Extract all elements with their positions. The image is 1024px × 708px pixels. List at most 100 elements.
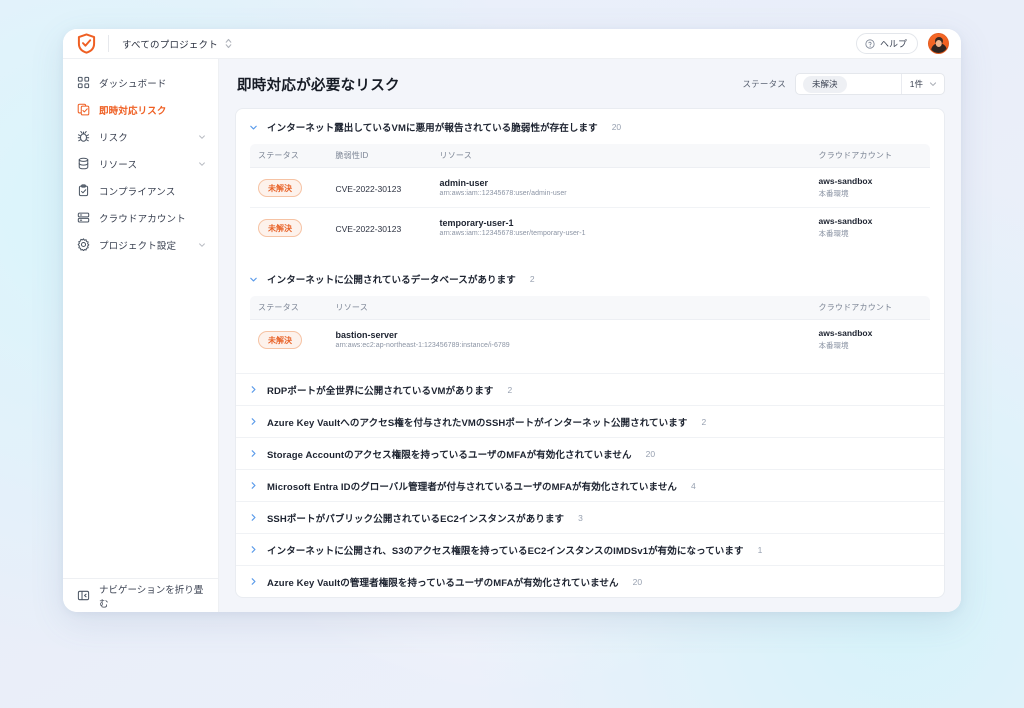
sidebar-item-label: プロジェクト設定 [99,240,177,252]
risk-group-header[interactable]: インターネットに公開されているデータベースがあります 2 [236,261,944,295]
sidebar-item-label: リソース [99,159,138,171]
account-environment: 本番環境 [818,341,849,350]
table-cell-status: 未解決 [250,320,328,360]
clipboard-check-icon [77,184,90,197]
table-cell-account: aws-sandbox 本番環境 [811,320,931,360]
risk-group-count: 1 [757,544,763,555]
sidebar-item-label: ダッシュボード [99,78,167,90]
table-row[interactable]: 未解決 bastion-server arn:aws:ec2:ap-northe… [250,320,931,360]
status-filter: ステータス 未解決 1件 [742,73,945,95]
sidebar-item-label: リスク [99,132,128,144]
risk-group-count: 20 [611,122,622,132]
main-content: 即時対応が必要なリスク ステータス 未解決 1件 インターネット露出しているVM… [219,59,961,612]
table-body: 未解決 bastion-server arn:aws:ec2:ap-northe… [250,320,931,360]
chevron-down-icon [198,133,206,141]
chevron-right-icon [249,481,258,490]
risk-group-header[interactable]: インターネット露出しているVMに悪用が報告されている脆弱性が存在します 20 [236,109,944,143]
database-icon [77,157,90,170]
risk-group-collapsed[interactable]: RDPポートが全世界に公開されているVMがあります 2 [236,373,944,405]
table-column-header: リソース [431,144,811,168]
resource-name: temporary-user-1 [439,218,514,228]
table-row[interactable]: 未解決 CVE-2022-30123 admin-user arn:aws:ia… [250,167,930,208]
table-cell-cve: CVE-2022-30123 [328,208,432,248]
chevron-right-icon [249,545,258,554]
project-switcher[interactable]: すべてのプロジェクト [122,37,232,51]
table-column-header: クラウドアカウント [810,144,930,168]
chevron-up-down-icon [225,38,232,49]
table-cell-account: aws-sandbox 本番環境 [810,167,930,208]
chevron-right-icon [249,577,258,586]
table-column-header: クラウドアカウント [810,296,930,320]
status-badge: 未解決 [258,331,302,350]
table-cell-resource: bastion-server arn:aws:ec2:ap-northeast-… [328,320,811,360]
resource-name: bastion-server [335,330,398,340]
risk-group-title: インターネット露出しているVMに悪用が報告されている脆弱性が存在します [267,123,598,134]
risk-group-collapsed[interactable]: SSHポートがパブリック公開されているEC2インスタンスがあります 3 [236,501,944,533]
risk-group-collapsed[interactable]: インターネットに公開され、S3のアクセス権限を持っているEC2インスタンスのIM… [236,533,944,565]
account-environment: 本番環境 [818,229,849,238]
risk-group-count: 2 [507,384,513,395]
status-selected-chip: 未解決 [803,75,847,93]
resource-arn: arn:aws:ec2:ap-northeast-1:123456789:ins… [335,342,510,349]
sidebar-item-4[interactable]: コンプライアンス [63,177,218,204]
collapse-navigation-label: ナビゲーションを折り畳む [99,584,204,610]
risk-group-title: Microsoft Entra IDのグローバル管理者が付与されているユーザのM… [267,481,678,493]
sidebar-item-6[interactable]: プロジェクト設定 [63,231,218,258]
status-badge: 未解決 [258,179,302,198]
chevron-down-icon [929,80,937,88]
app-window: すべてのプロジェクト ヘルプ ダッシュボード 即時対応リスク リスク リソース … [63,29,961,612]
top-bar: すべてのプロジェクト ヘルプ [63,29,961,59]
bug-icon [77,130,90,143]
risk-group-title: インターネットに公開され、S3のアクセス権限を持っているEC2インスタンスのIM… [267,545,744,557]
table-header: ステータス 脆弱性ID リソース クラウドアカウント [250,144,930,168]
table-cell-status: 未解決 [250,208,328,248]
main-header: 即時対応が必要なリスク ステータス 未解決 1件 [235,73,945,95]
sidebar-item-2[interactable]: リスク [63,123,218,150]
alert-copy-icon [77,103,90,116]
gear-icon [77,238,90,252]
sidebar-item-0[interactable]: ダッシュボード [63,69,218,96]
risk-group-count: 2 [701,416,707,427]
chevron-down-icon [249,275,258,284]
avatar[interactable] [928,33,949,54]
topbar-divider [108,35,109,52]
risk-group-collapsed[interactable]: Azure Key Vaultの管理者権限を持っているユーザのMFAが有効化され… [236,565,944,597]
risk-group-title: RDPポートが全世界に公開されているVMがあります [267,385,494,397]
table-cell-cve: CVE-2022-30123 [327,167,432,208]
help-button-label: ヘルプ [879,39,907,49]
risk-group-collapsed[interactable]: Storage Accountのアクセス権限を持っているユーザのMFAが有効化さ… [236,437,944,469]
risk-table: ステータス 脆弱性ID リソース クラウドアカウント 未解決 CVE-2022-301… [249,143,931,248]
risk-group-count: 2 [529,274,535,284]
account-name: aws-sandbox [818,216,873,226]
account-name: aws-sandbox [818,176,873,186]
dashboard-grid-icon [77,76,90,89]
risk-group-collapsed[interactable]: Azure Key VaultへのアクセS権を付与されたVMのSSHポートがイン… [236,405,944,437]
table-cell-resource: temporary-user-1 arn:aws:iam::12345678:u… [432,208,811,248]
sidebar-item-label: クラウドアカウント [99,213,186,225]
table-column-header: 脆弱性ID [327,144,432,168]
sidebar-item-3[interactable]: リソース [63,150,218,177]
risk-group-count: 4 [691,480,696,491]
chevron-right-icon [249,417,258,426]
server-stack-icon [77,211,90,224]
sidebar-item-label: コンプライアンス [99,186,176,198]
collapse-navigation-button[interactable]: ナビゲーションを折り畳む [63,578,218,612]
risk-group-title: SSHポートがパブリック公開されているEC2インスタンスがあります [267,513,565,525]
chevron-down-icon [198,160,206,168]
sidebar-item-1[interactable]: 即時対応リスク [63,96,218,123]
risk-group-count: 20 [645,448,656,459]
risk-group-title: Azure Key VaultへのアクセS権を付与されたVMのSSHポートがイン… [267,417,688,429]
table-cell-account: aws-sandbox 本番環境 [811,208,931,248]
project-switcher-label: すべてのプロジェクト [122,39,218,51]
resource-name: admin-user [439,178,489,188]
table-column-header: ステータス [250,144,328,168]
chevron-right-icon [249,513,258,522]
help-button[interactable]: ヘルプ [855,33,918,54]
table-row[interactable]: 未解決 CVE-2022-30123 temporary-user-1 arn:… [250,208,931,248]
table-cell-resource: admin-user arn:aws:iam::12345678:user/ad… [431,167,811,208]
risk-group-collapsed[interactable]: Microsoft Entra IDのグローバル管理者が付与されているユーザのM… [236,469,944,501]
sidebar-item-5[interactable]: クラウドアカウント [63,204,218,231]
table-body: 未解決 CVE-2022-30123 admin-user arn:aws:ia… [250,167,931,248]
sidebar-nav-list: ダッシュボード 即時対応リスク リスク リソース コンプライアンス クラウドアカ… [63,69,218,258]
status-select[interactable]: 未解決 1件 [795,73,945,95]
